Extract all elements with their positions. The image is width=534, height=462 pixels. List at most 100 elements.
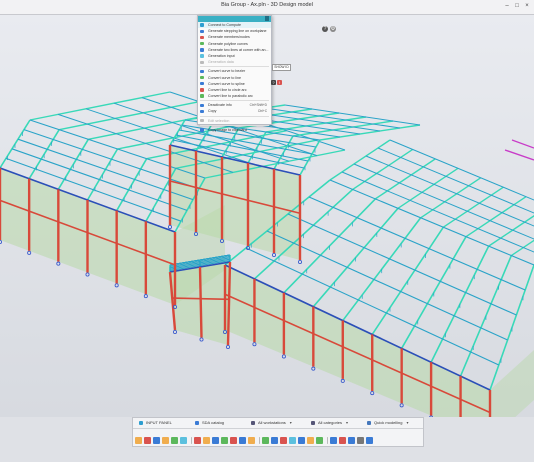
menu-pin-icon[interactable]: [265, 16, 269, 21]
close-button[interactable]: ×: [524, 3, 530, 9]
context-menu-item: Edit selection: [198, 118, 271, 124]
pointer-icon[interactable]: [135, 437, 142, 444]
column: [198, 266, 203, 338]
support-icon[interactable]: [194, 437, 201, 444]
menu-item-label: Copy image to clipboard: [208, 127, 247, 132]
menu-item-label: Generate polyline curves: [208, 41, 248, 46]
purlin: [264, 107, 401, 129]
support-node: [252, 342, 257, 347]
purlin: [287, 213, 517, 316]
support-node: [429, 415, 434, 417]
help-icon[interactable]: ?: [271, 80, 276, 85]
edit-icon: [200, 119, 204, 123]
chevron-down-icon: ▾: [289, 420, 292, 425]
text-icon[interactable]: [307, 437, 314, 444]
load-icon[interactable]: [203, 437, 210, 444]
roof-truss: [352, 148, 414, 191]
tab-all-workstations[interactable]: All workstations ▾: [251, 420, 292, 426]
section-icon[interactable]: [212, 437, 219, 444]
plate-icon[interactable]: [180, 437, 187, 444]
layer-icon[interactable]: [316, 437, 323, 444]
menu-item-label: Edit selection: [208, 118, 230, 123]
dimension-icon[interactable]: [298, 437, 305, 444]
help-icon[interactable]: [366, 437, 373, 444]
alert-icon[interactable]: !: [277, 80, 282, 85]
menu-shortcut: Ctrl+C: [257, 109, 267, 114]
menu-item-label: Convert curve to bezier: [208, 69, 246, 74]
parabolic-arc-icon: [200, 94, 204, 98]
panel-tabs: INPUT PANEL SDA catalog All workstations…: [133, 418, 423, 429]
context-menu-item: Generation data: [198, 59, 271, 65]
support-node: [27, 250, 32, 255]
purlin: [178, 129, 313, 155]
export-icon[interactable]: [348, 437, 355, 444]
support-node: [225, 344, 230, 349]
context-menu-item[interactable]: Copy Ctrl+C: [198, 108, 271, 114]
support-node: [0, 240, 2, 244]
member-icon[interactable]: [153, 437, 160, 444]
support-node: [297, 259, 302, 264]
check-icon[interactable]: [280, 437, 287, 444]
roof-truss: [319, 124, 421, 141]
roof-truss: [265, 116, 367, 133]
hinge-icon[interactable]: [230, 437, 237, 444]
roof-truss: [374, 158, 436, 200]
material-icon[interactable]: [221, 437, 228, 444]
chevron-down-icon: ▾: [406, 420, 409, 425]
workstation-icon: [251, 421, 255, 425]
menu-item-label: Convert line to circle arc: [208, 87, 247, 92]
render-icon[interactable]: [339, 437, 346, 444]
column-icon[interactable]: [171, 437, 178, 444]
settings-circle-icon[interactable]: ⚙: [330, 26, 336, 32]
spline-icon: [200, 82, 204, 86]
support-node: [143, 294, 148, 299]
bracing: [511, 139, 534, 149]
generation-input-icon: [200, 54, 204, 58]
menu-separator: [200, 100, 269, 102]
chevron-down-icon: ▾: [346, 420, 349, 425]
tab-sda-catalog[interactable]: SDA catalog: [195, 420, 224, 426]
menu-separator: [200, 115, 269, 117]
image-icon: [200, 128, 204, 132]
toolbar-separator: [327, 437, 328, 444]
analysis-icon[interactable]: [248, 437, 255, 444]
curve-line-icon: [200, 75, 204, 80]
menu-separator: [200, 66, 269, 68]
tab-all-categories[interactable]: All categories ▾: [311, 420, 348, 426]
catalog-icon: [195, 421, 199, 425]
help-circle-icon[interactable]: ?: [322, 26, 328, 32]
roof-truss: [397, 167, 459, 209]
result-icon[interactable]: [262, 437, 269, 444]
beam-icon[interactable]: [162, 437, 169, 444]
roof-truss: [442, 186, 504, 228]
node-icon[interactable]: [144, 437, 151, 444]
support-node: [85, 272, 90, 277]
corner-lines-icon: [200, 48, 204, 52]
tab-input-panel[interactable]: INPUT PANEL: [139, 420, 172, 426]
context-menu-item[interactable]: Convert line to parabolic arc: [198, 93, 271, 99]
members-icon: [200, 35, 204, 40]
support-node: [167, 224, 172, 229]
minimize-button[interactable]: –: [504, 3, 510, 9]
mesh-icon[interactable]: [239, 437, 246, 444]
roof-truss: [59, 100, 200, 131]
maximize-button[interactable]: □: [514, 3, 520, 9]
support-node: [340, 378, 345, 383]
report-icon[interactable]: [271, 437, 278, 444]
grid-icon[interactable]: [289, 437, 296, 444]
context-menu-item[interactable]: Copy image to clipboard: [198, 127, 271, 133]
settings-icon[interactable]: [357, 437, 364, 444]
view-icon[interactable]: [330, 437, 337, 444]
menu-item-label: Deactivate info: [208, 103, 232, 108]
support-node: [114, 283, 119, 288]
menu-item-label: Generation data: [208, 60, 234, 65]
support-node: [271, 252, 276, 257]
wall-panel: [490, 350, 534, 417]
tab-quick-modelling[interactable]: Quick modelling ▾: [367, 420, 408, 426]
tab-label: All workstations: [258, 420, 286, 425]
menu-item-label: Convert curve to spline: [208, 81, 245, 86]
support-node: [370, 391, 375, 396]
polyline-icon: [200, 41, 204, 46]
menu-item-label: Generate members/nodes: [208, 35, 250, 40]
menu-item-label: Connect to Compute: [208, 23, 241, 27]
